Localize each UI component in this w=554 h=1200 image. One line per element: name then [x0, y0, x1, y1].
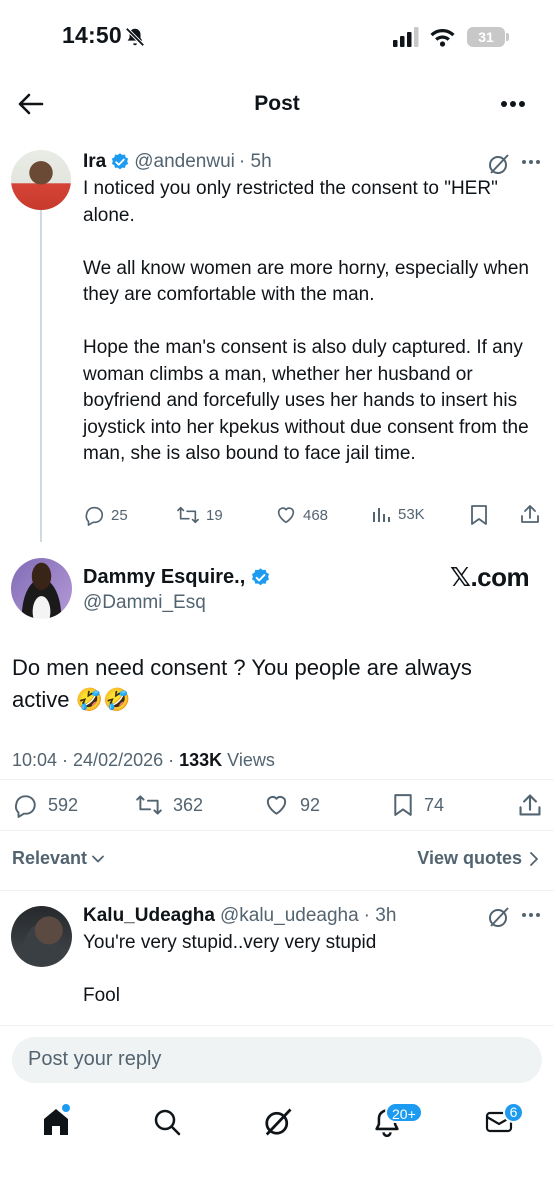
messages-badge: 6 [503, 1102, 524, 1123]
reply-button[interactable]: 592 [12, 792, 78, 818]
repost-count: 362 [173, 794, 204, 815]
notifications-badge: 20+ [385, 1102, 423, 1123]
heart-icon [275, 504, 297, 526]
wifi-icon [429, 25, 456, 47]
author-handle[interactable]: @andenwui [134, 151, 235, 173]
divider [0, 1025, 554, 1026]
tweet-text: You're very stupid..very very stupid Foo… [83, 932, 377, 1006]
home-unread-dot [62, 1104, 70, 1112]
like-button[interactable]: 468 [275, 504, 328, 526]
bookmark-count: 74 [424, 794, 445, 815]
reply-count: 592 [48, 794, 79, 815]
tweet-timestamp: 10:04 · 24/02/2026 · [12, 750, 180, 770]
bookmark-button[interactable]: 74 [392, 792, 444, 818]
heart-icon [263, 792, 290, 818]
tweet-author-line: Ira @andenwui · 5h [83, 151, 272, 173]
views-icon [372, 504, 392, 524]
tweet-text: Do men need consent ? You people are alw… [12, 655, 472, 712]
author-name[interactable]: Dammy Esquire., [83, 566, 245, 589]
reply-placeholder: Post your reply [28, 1048, 162, 1070]
verified-badge-icon [110, 152, 130, 172]
repost-count: 19 [206, 506, 223, 524]
reply-count: 25 [111, 506, 128, 524]
avatar[interactable] [11, 558, 72, 619]
verified-badge-icon [250, 567, 271, 588]
grok-icon[interactable] [263, 1107, 293, 1137]
battery-icon: 31 [467, 27, 505, 47]
views-count: 53K [398, 505, 425, 523]
view-quotes-link[interactable]: View quotes [417, 848, 540, 869]
divider [0, 830, 554, 831]
more-icon[interactable] [521, 159, 541, 165]
bookmark-icon [392, 792, 414, 818]
tweet-time: · 3h [363, 905, 397, 926]
more-icon[interactable] [521, 912, 541, 918]
divider [0, 779, 554, 780]
tweet-author-line: Kalu_Udeagha @kalu_udeagha · 3h [83, 905, 396, 927]
like-count: 92 [300, 794, 321, 815]
grok-icon[interactable] [487, 905, 511, 929]
view-quotes-label: View quotes [417, 848, 522, 868]
like-count: 468 [303, 506, 329, 524]
views-label: Views [222, 750, 275, 770]
avatar[interactable] [11, 150, 71, 210]
sort-label: Relevant [12, 848, 88, 868]
tweet-meta: 10:04 · 24/02/2026 · 133K Views [12, 750, 275, 771]
bell-slash-icon [124, 26, 146, 48]
tweet-text: I noticed you only restricted the consen… [83, 178, 529, 464]
watermark: 𝕏.com [450, 562, 530, 592]
tweet-author-line: Dammy Esquire., [83, 566, 271, 589]
like-button[interactable]: 92 [263, 792, 320, 818]
repost-button[interactable]: 362 [135, 792, 203, 818]
chevron-right-icon [528, 851, 540, 867]
status-time: 14:50 [62, 22, 122, 48]
repost-icon [176, 504, 200, 526]
share-icon[interactable] [519, 503, 541, 525]
share-icon[interactable] [517, 792, 543, 818]
views-button[interactable]: 53K [372, 504, 425, 524]
reply-icon [12, 792, 38, 818]
repost-icon [135, 792, 163, 818]
divider [0, 890, 554, 891]
chevron-down-icon [91, 852, 105, 866]
avatar[interactable] [11, 906, 72, 967]
views-count[interactable]: 133K [179, 750, 222, 770]
author-name[interactable]: Kalu_Udeagha [83, 905, 215, 927]
battery-nub [506, 33, 509, 41]
search-icon[interactable] [153, 1107, 181, 1137]
author-name[interactable]: Ira [83, 151, 106, 173]
thread-line [40, 210, 42, 542]
more-icon[interactable] [500, 100, 526, 108]
grok-icon[interactable] [487, 152, 511, 176]
reply-button[interactable]: 25 [83, 504, 128, 526]
cellular-signal-icon [393, 27, 419, 47]
author-handle[interactable]: @Dammi_Esq [83, 592, 206, 614]
tweet-time: · 5h [238, 151, 272, 172]
page-title: Post [254, 92, 300, 115]
bookmark-icon[interactable] [469, 504, 489, 526]
repost-button[interactable]: 19 [176, 504, 223, 526]
reply-icon [83, 504, 105, 526]
author-handle[interactable]: @kalu_udeagha [220, 905, 359, 927]
sort-relevant-button[interactable]: Relevant [12, 848, 105, 869]
